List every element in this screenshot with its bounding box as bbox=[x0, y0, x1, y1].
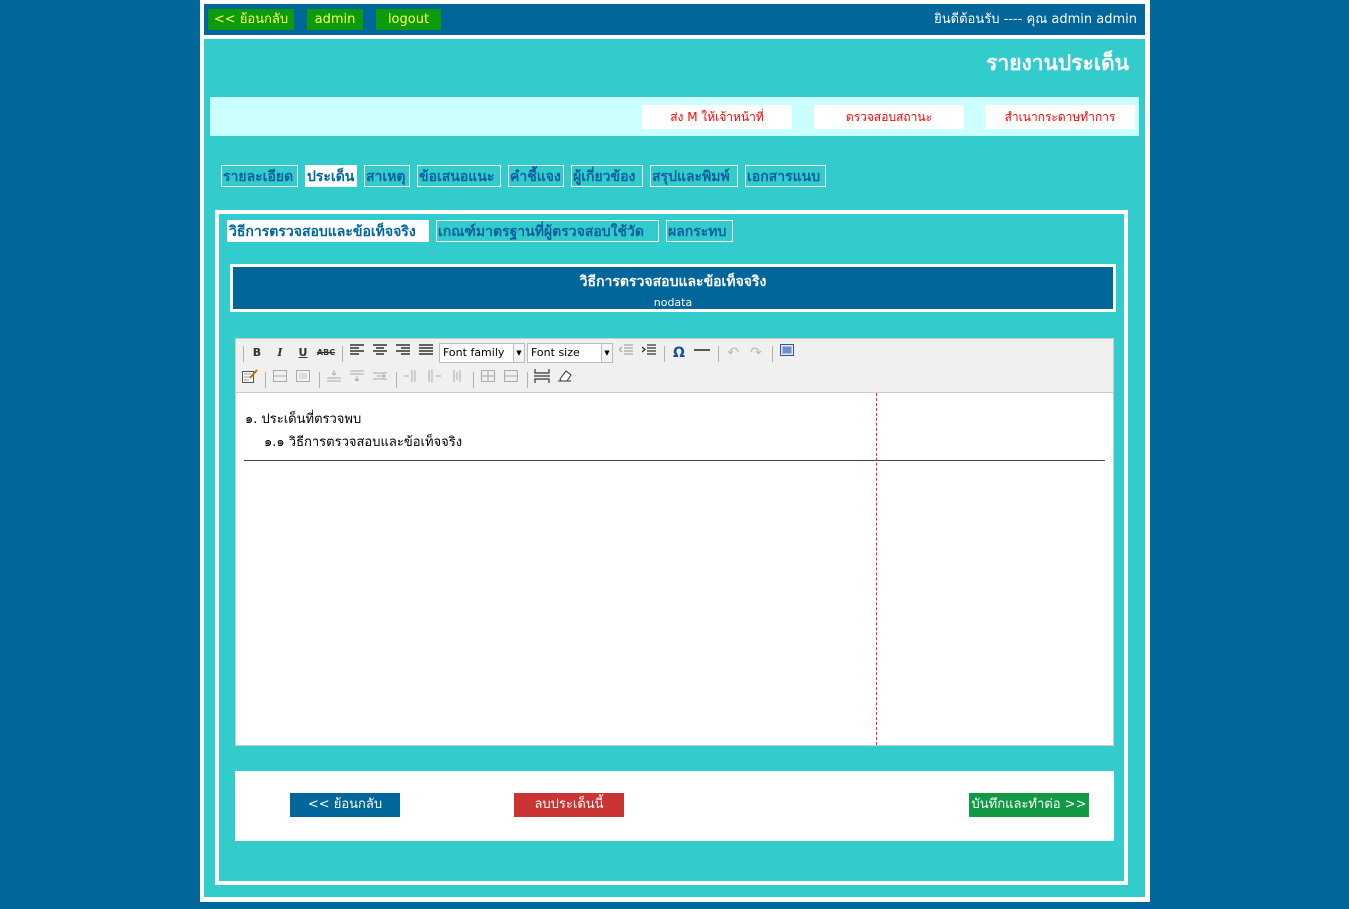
special-char-icon[interactable]: Ω bbox=[669, 343, 689, 363]
delete-col-icon[interactable] bbox=[447, 369, 467, 389]
toolbar-separator bbox=[243, 346, 244, 362]
content-divider bbox=[244, 460, 1105, 461]
main-panel: รายงานประเด็น ส่ง M ให้เจ้าหน้าที่ ตรวจส… bbox=[204, 39, 1145, 897]
tab-recommendation[interactable]: ข้อเสนอแนะ bbox=[417, 165, 501, 187]
issue-panel: วิธีการตรวจสอบและข้อเท็จจริง เกณฑ์มาตรฐา… bbox=[215, 210, 1128, 885]
content-line-2: ๑.๑ วิธีการตรวจสอบและข้อเท็จจริง bbox=[264, 435, 463, 450]
action-bar: ส่ง M ให้เจ้าหน้าที่ ตรวจสอบสถานะ สำเนาก… bbox=[210, 97, 1139, 136]
merge-cells-icon[interactable] bbox=[501, 369, 521, 389]
bold-icon[interactable]: B bbox=[247, 343, 267, 363]
top-bar: << ย้อนกลับ admin logout ยินดีต้อนรับ --… bbox=[204, 4, 1145, 35]
admin-button[interactable]: admin bbox=[307, 9, 363, 30]
page-frame: << ย้อนกลับ admin logout ยินดีต้อนรับ --… bbox=[200, 0, 1150, 902]
save-next-button[interactable]: บันทึกและทำต่อ >> bbox=[969, 793, 1089, 817]
indent-icon[interactable] bbox=[639, 343, 659, 363]
toolbar-separator bbox=[772, 346, 773, 362]
tab-cause[interactable]: สาเหตุ bbox=[364, 165, 410, 187]
section-title: วิธีการตรวจสอบและข้อเท็จจริง bbox=[579, 274, 767, 290]
logout-button[interactable]: logout bbox=[376, 9, 441, 30]
tab-related-persons[interactable]: ผู้เกี่ยวข้อง bbox=[571, 165, 643, 187]
outdent-icon[interactable] bbox=[616, 343, 636, 363]
back-button-top[interactable]: << ย้อนกลับ bbox=[208, 9, 294, 30]
page-break-icon[interactable] bbox=[532, 369, 552, 389]
table-row-props-icon[interactable] bbox=[270, 369, 290, 389]
col-before-icon[interactable] bbox=[401, 369, 421, 389]
subtab-criteria[interactable]: เกณฑ์มาตรฐานที่ผู้ตรวจสอบใช้วัด bbox=[436, 220, 659, 242]
page-margin-guide bbox=[876, 393, 877, 745]
toolbar-separator bbox=[396, 372, 397, 388]
fullscreen-icon[interactable] bbox=[777, 343, 797, 363]
tab-summary-print[interactable]: สรุปและพิมพ์ bbox=[650, 165, 738, 187]
toolbar-separator bbox=[527, 372, 528, 388]
section-header: วิธีการตรวจสอบและข้อเท็จจริง nodata bbox=[230, 264, 1116, 312]
editor-content[interactable]: ๑. ประเด็นที่ตรวจพบ ๑.๑ วิธีการตรวจสอบแล… bbox=[236, 393, 1113, 745]
toolbar-separator bbox=[473, 372, 474, 388]
chevron-down-icon: ▼ bbox=[513, 344, 524, 362]
delete-issue-button[interactable]: ลบประเด็นนี้ bbox=[514, 793, 624, 817]
back-button[interactable]: << ย้อนกลับ bbox=[290, 793, 400, 817]
table-cell-props-icon[interactable] bbox=[293, 369, 313, 389]
font-size-label: Font size bbox=[531, 346, 580, 359]
horizontal-rule-icon[interactable] bbox=[692, 343, 712, 363]
split-cells-icon[interactable] bbox=[478, 369, 498, 389]
page-title: รายงานประเด็น bbox=[986, 51, 1129, 75]
delete-row-icon[interactable] bbox=[370, 369, 390, 389]
content-line-1: ๑. ประเด็นที่ตรวจพบ bbox=[245, 412, 362, 427]
strikethrough-icon[interactable]: ABC bbox=[316, 343, 336, 363]
align-justify-icon[interactable] bbox=[416, 343, 436, 363]
toolbar-separator bbox=[319, 372, 320, 388]
redo-icon[interactable]: ↷ bbox=[746, 343, 766, 363]
row-before-icon[interactable] bbox=[324, 369, 344, 389]
section-subtitle: nodata bbox=[653, 296, 693, 309]
font-size-select[interactable]: Font size ▼ bbox=[527, 343, 613, 363]
toolbar-separator bbox=[265, 372, 266, 388]
rich-text-editor: B I U ABC Font family ▼ Font size ▼ Ω ↶ … bbox=[235, 338, 1114, 746]
subtab-impact[interactable]: ผลกระทบ bbox=[666, 220, 733, 242]
align-left-icon[interactable] bbox=[347, 343, 367, 363]
tab-issue[interactable]: ประเด็น bbox=[305, 165, 357, 187]
editor-toolbar: B I U ABC Font family ▼ Font size ▼ Ω ↶ … bbox=[236, 339, 1113, 393]
tab-details[interactable]: รายละเอียด bbox=[221, 165, 298, 187]
font-family-select[interactable]: Font family ▼ bbox=[439, 343, 525, 363]
send-m-button[interactable]: ส่ง M ให้เจ้าหน้าที่ bbox=[642, 105, 792, 129]
tab-attachments[interactable]: เอกสารแนบ bbox=[745, 165, 826, 187]
tab-explanation[interactable]: คำชี้แจง bbox=[508, 165, 564, 187]
undo-icon[interactable]: ↶ bbox=[723, 343, 743, 363]
align-center-icon[interactable] bbox=[370, 343, 390, 363]
toolbar-separator bbox=[664, 346, 665, 362]
toolbar-separator bbox=[718, 346, 719, 362]
toolbar-separator bbox=[342, 346, 343, 362]
col-after-icon[interactable] bbox=[424, 369, 444, 389]
italic-icon[interactable]: I bbox=[270, 343, 290, 363]
chevron-down-icon: ▼ bbox=[601, 344, 612, 362]
underline-icon[interactable]: U bbox=[293, 343, 313, 363]
welcome-text: ยินดีต้อนรับ ---- คุณ admin admin bbox=[934, 12, 1137, 27]
copy-working-paper-button[interactable]: สำเนากระดาษทำการ bbox=[985, 105, 1135, 129]
eraser-icon[interactable] bbox=[555, 369, 575, 389]
check-status-button[interactable]: ตรวจสอบสถานะ bbox=[814, 105, 964, 129]
align-right-icon[interactable] bbox=[393, 343, 413, 363]
row-after-icon[interactable] bbox=[347, 369, 367, 389]
subtab-method-facts[interactable]: วิธีการตรวจสอบและข้อเท็จจริง bbox=[227, 220, 429, 242]
edit-html-icon[interactable] bbox=[240, 369, 260, 389]
bottom-bar: << ย้อนกลับ ลบประเด็นนี้ บันทึกและทำต่อ … bbox=[235, 771, 1114, 841]
font-family-label: Font family bbox=[443, 346, 505, 359]
